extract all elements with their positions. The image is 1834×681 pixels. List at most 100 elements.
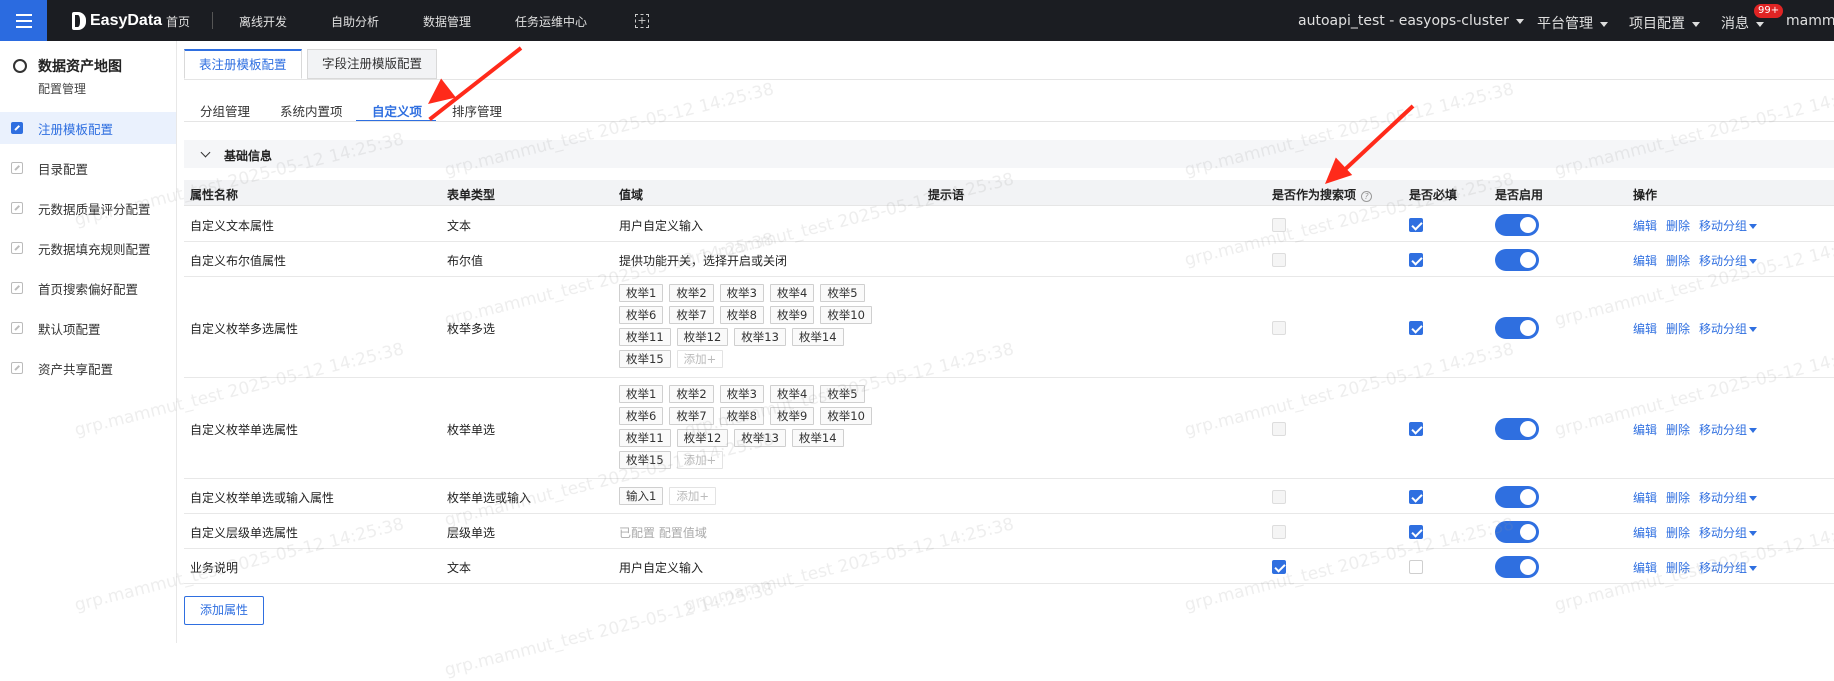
- menu-icon[interactable]: [0, 0, 47, 41]
- enum-tag[interactable]: 枚举7: [669, 407, 714, 425]
- delete-button[interactable]: 删除: [1666, 322, 1690, 336]
- move-group-button[interactable]: 移动分组: [1699, 423, 1758, 437]
- enum-tag[interactable]: 枚举8: [719, 306, 764, 324]
- delete-button[interactable]: 删除: [1666, 423, 1690, 437]
- nav-home[interactable]: 首页: [166, 13, 190, 30]
- required-checkbox[interactable]: [1409, 321, 1423, 335]
- sidebar-item-search-preference[interactable]: 首页搜索偏好配置: [0, 272, 176, 304]
- edit-button[interactable]: 编辑: [1633, 322, 1657, 336]
- enum-tag[interactable]: 枚举11: [619, 328, 671, 346]
- delete-button[interactable]: 删除: [1666, 491, 1690, 505]
- required-checkbox[interactable]: [1409, 422, 1423, 436]
- move-group-button[interactable]: 移动分组: [1699, 526, 1758, 540]
- move-group-button[interactable]: 移动分组: [1699, 219, 1758, 233]
- enum-tag[interactable]: 枚举15: [619, 451, 671, 469]
- enum-tag[interactable]: 枚举12: [676, 429, 729, 447]
- required-checkbox[interactable]: [1409, 253, 1423, 267]
- delete-button[interactable]: 删除: [1666, 526, 1690, 540]
- user-menu[interactable]: mammu: [1786, 13, 1834, 29]
- enum-tag[interactable]: 枚举7: [669, 306, 714, 324]
- sidebar-item-register-template[interactable]: 注册模板配置: [0, 112, 176, 144]
- enum-tag[interactable]: 枚举3: [719, 385, 764, 403]
- enum-tag[interactable]: 枚举13: [734, 429, 786, 447]
- enabled-toggle[interactable]: [1495, 214, 1539, 236]
- searchable-checkbox[interactable]: [1272, 218, 1286, 232]
- enum-tag[interactable]: 输入1: [619, 487, 664, 505]
- sidebar-item-quality-score[interactable]: 元数据质量评分配置: [0, 192, 176, 224]
- help-icon[interactable]: ?: [1361, 191, 1373, 202]
- move-group-button[interactable]: 移动分组: [1699, 254, 1758, 268]
- subtab-sort-management[interactable]: 排序管理: [452, 101, 502, 120]
- searchable-checkbox[interactable]: [1272, 422, 1286, 436]
- searchable-checkbox[interactable]: [1272, 321, 1286, 335]
- domain-text[interactable]: 已配置 配置值域: [619, 524, 707, 541]
- nav-task-ops[interactable]: 任务运维中心: [515, 13, 587, 30]
- subtab-group-management[interactable]: 分组管理: [200, 101, 250, 120]
- move-group-button[interactable]: 移动分组: [1699, 561, 1758, 575]
- move-group-button[interactable]: 移动分组: [1699, 322, 1758, 336]
- platform-menu[interactable]: 平台管理: [1537, 13, 1608, 33]
- enabled-toggle[interactable]: [1495, 556, 1539, 578]
- enum-tag[interactable]: 枚举10: [820, 306, 872, 324]
- sidebar-item-asset-sharing[interactable]: 资产共享配置: [0, 352, 176, 384]
- enum-tag[interactable]: 枚举12: [676, 328, 729, 346]
- enum-tag[interactable]: 枚举14: [791, 328, 844, 346]
- project-menu[interactable]: 项目配置: [1629, 13, 1700, 33]
- required-checkbox[interactable]: [1409, 560, 1423, 574]
- cluster-selector[interactable]: autoapi_test - easyops-cluster: [1298, 13, 1524, 29]
- nav-self-analysis[interactable]: 自助分析: [331, 13, 379, 30]
- delete-button[interactable]: 删除: [1666, 219, 1690, 233]
- enum-tag[interactable]: 枚举5: [820, 385, 865, 403]
- enum-tag[interactable]: 枚举1: [619, 284, 664, 302]
- searchable-checkbox[interactable]: [1272, 525, 1286, 539]
- enum-tag[interactable]: 枚举13: [734, 328, 786, 346]
- enum-tag[interactable]: 枚举6: [619, 407, 664, 425]
- section-basic-info[interactable]: 基础信息: [184, 140, 1834, 168]
- edit-button[interactable]: 编辑: [1633, 491, 1657, 505]
- enum-tag[interactable]: 枚举1: [619, 385, 664, 403]
- enum-tag[interactable]: 枚举6: [619, 306, 664, 324]
- required-checkbox[interactable]: [1409, 525, 1423, 539]
- searchable-checkbox[interactable]: [1272, 253, 1286, 267]
- sidebar-item-fill-rules[interactable]: 元数据填充规则配置: [0, 232, 176, 264]
- delete-button[interactable]: 删除: [1666, 254, 1690, 268]
- edit-button[interactable]: 编辑: [1633, 561, 1657, 575]
- logo[interactable]: EasyData: [72, 10, 162, 32]
- enabled-toggle[interactable]: [1495, 418, 1539, 440]
- required-checkbox[interactable]: [1409, 490, 1423, 504]
- searchable-checkbox[interactable]: [1272, 560, 1286, 574]
- add-tag-button[interactable]: 添加+: [676, 451, 724, 469]
- enum-tag[interactable]: 枚举4: [769, 284, 815, 302]
- enabled-toggle[interactable]: [1495, 317, 1539, 339]
- enum-tag[interactable]: 枚举11: [619, 429, 671, 447]
- tab-table-template[interactable]: 表注册模板配置: [184, 49, 302, 79]
- sidebar-item-catalog[interactable]: 目录配置: [0, 152, 176, 184]
- tab-field-template[interactable]: 字段注册模版配置: [307, 49, 438, 79]
- enum-tag[interactable]: 枚举2: [669, 385, 714, 403]
- enum-tag[interactable]: 枚举9: [769, 306, 815, 324]
- nav-offline-dev[interactable]: 离线开发: [239, 13, 287, 30]
- enabled-toggle[interactable]: [1495, 486, 1539, 508]
- enum-tag[interactable]: 枚举3: [719, 284, 764, 302]
- edit-button[interactable]: 编辑: [1633, 254, 1657, 268]
- enum-tag[interactable]: 枚举2: [669, 284, 714, 302]
- nav-data-management[interactable]: 数据管理: [423, 13, 471, 30]
- add-tag-button[interactable]: 添加+: [669, 487, 716, 505]
- add-tab-icon[interactable]: +: [635, 14, 649, 28]
- enum-tag[interactable]: 枚举15: [619, 350, 671, 368]
- edit-button[interactable]: 编辑: [1633, 423, 1657, 437]
- add-attribute-button[interactable]: 添加属性: [184, 596, 264, 625]
- delete-button[interactable]: 删除: [1666, 561, 1690, 575]
- edit-button[interactable]: 编辑: [1633, 526, 1657, 540]
- enum-tag[interactable]: 枚举10: [820, 407, 872, 425]
- enum-tag[interactable]: 枚举9: [769, 407, 815, 425]
- enum-tag[interactable]: 枚举4: [769, 385, 815, 403]
- subtab-builtin[interactable]: 系统内置项: [280, 101, 343, 120]
- enum-tag[interactable]: 枚举5: [820, 284, 865, 302]
- enum-tag[interactable]: 枚举14: [791, 429, 844, 447]
- enabled-toggle[interactable]: [1495, 521, 1539, 543]
- move-group-button[interactable]: 移动分组: [1699, 491, 1758, 505]
- edit-button[interactable]: 编辑: [1633, 219, 1657, 233]
- subtab-custom[interactable]: 自定义项: [372, 101, 422, 120]
- enum-tag[interactable]: 枚举8: [719, 407, 764, 425]
